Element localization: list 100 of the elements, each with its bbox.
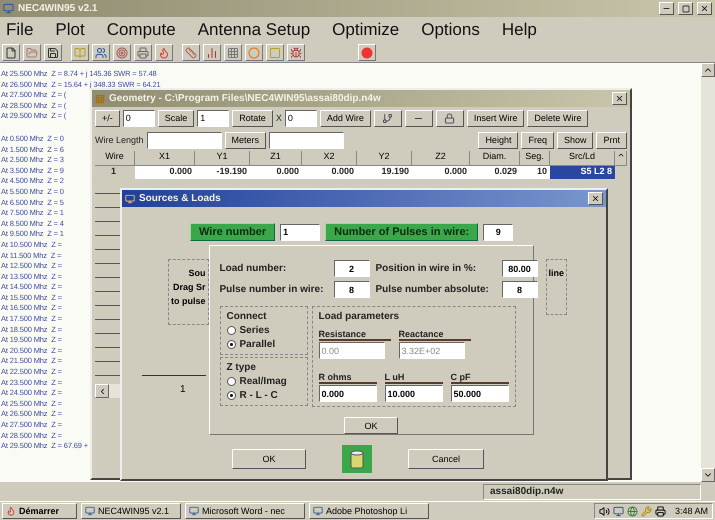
- close-button[interactable]: [697, 2, 712, 15]
- input-field[interactable]: 50.000: [450, 385, 509, 402]
- input-field[interactable]: 80.00: [502, 260, 538, 277]
- taskbar-button[interactable]: NEC4WIN95 v2.1: [81, 503, 181, 519]
- table-cell[interactable]: 0.000: [412, 166, 470, 180]
- new-file-icon: [5, 46, 17, 58]
- toolbar-button[interactable]: Delete Wire: [527, 110, 588, 126]
- taskbar-button[interactable]: Microsoft Word - nec: [185, 503, 305, 519]
- toolbar-button[interactable]: [436, 110, 464, 126]
- menu-item[interactable]: Plot: [55, 20, 85, 40]
- input-field[interactable]: 2: [334, 260, 370, 277]
- input-field[interactable]: 0: [122, 110, 155, 126]
- radio-button[interactable]: [226, 377, 236, 386]
- column-header: X2: [302, 151, 357, 166]
- maximize-button[interactable]: [678, 2, 693, 15]
- close-button[interactable]: [612, 92, 627, 105]
- column-header: X1: [135, 151, 195, 166]
- radio-option[interactable]: Parallel: [226, 339, 301, 350]
- bin-icon: [350, 449, 364, 469]
- toolbar-button[interactable]: Rotate: [232, 110, 273, 126]
- app-icon: [125, 194, 135, 204]
- input-field[interactable]: 10.000: [384, 385, 443, 402]
- toolbar-button[interactable]: [374, 110, 402, 126]
- circle-icon: [248, 46, 260, 58]
- group-title: Z type: [226, 362, 257, 373]
- app-icon: [313, 506, 323, 516]
- printer-icon: [137, 46, 149, 58]
- column-header: Y2: [357, 151, 412, 166]
- group-title: Load parameters: [318, 311, 400, 322]
- radio-button[interactable]: [226, 391, 236, 400]
- start-button[interactable]: Démarrer: [2, 503, 77, 519]
- globe-icon[interactable]: [626, 506, 638, 516]
- radio-option[interactable]: R - L - C: [226, 390, 301, 401]
- clock: 3:48 AM: [674, 506, 708, 516]
- input-field[interactable]: 8: [334, 281, 370, 298]
- cancel-button[interactable]: Cancel: [408, 449, 484, 469]
- window-title: Geometry - C:\Program Files\NEC4WIN95\assai80dip.n4w: [109, 93, 381, 104]
- menu-item[interactable]: Antenna Setup: [198, 20, 310, 40]
- radio-button[interactable]: [226, 340, 236, 349]
- table-cell[interactable]: S5 L2 8: [550, 166, 615, 180]
- toolbar-button[interactable]: [134, 44, 152, 61]
- toolbar-button[interactable]: Freq: [521, 132, 554, 148]
- table-cell[interactable]: 0.000: [250, 166, 302, 180]
- input-field[interactable]: 1: [197, 110, 230, 126]
- app-icon: [85, 506, 95, 516]
- table-cell[interactable]: -19.190: [195, 166, 250, 180]
- menu-item[interactable]: Help: [502, 20, 537, 40]
- radio-option[interactable]: Real/Imag: [226, 376, 301, 387]
- scroll-left-button[interactable]: [95, 384, 109, 398]
- toolbar-button[interactable]: [404, 110, 433, 126]
- toolbar-button[interactable]: [92, 44, 110, 61]
- toolbar-button[interactable]: Meters: [224, 132, 266, 148]
- toolbar-button[interactable]: Insert Wire: [466, 110, 524, 126]
- column-header: Z2: [412, 151, 470, 166]
- taskbar-button[interactable]: Adobe Photoshop Li: [309, 503, 429, 519]
- ok-button[interactable]: OK: [344, 417, 398, 434]
- stop-icon: [361, 46, 373, 58]
- minimize-button[interactable]: [659, 2, 674, 15]
- toolbar-button[interactable]: [287, 44, 305, 61]
- menu-item[interactable]: Optimize: [332, 20, 400, 40]
- toolbar-button[interactable]: Show: [556, 132, 594, 148]
- input-field[interactable]: 8: [502, 281, 538, 298]
- monitor-icon[interactable]: [612, 506, 624, 516]
- table-cell[interactable]: 10: [520, 166, 550, 180]
- table-cell[interactable]: 0.000: [135, 166, 195, 180]
- radio-option[interactable]: Series: [226, 325, 301, 336]
- scroll-down-button[interactable]: [701, 468, 715, 482]
- speaker-icon[interactable]: [598, 506, 610, 516]
- menu-item[interactable]: File: [6, 20, 34, 40]
- close-button[interactable]: [588, 192, 603, 205]
- status-panel: assai80dip.n4w: [483, 484, 701, 500]
- input-field[interactable]: 9: [483, 224, 514, 240]
- input-field[interactable]: [146, 132, 222, 148]
- table-cell[interactable]: 0.000: [302, 166, 357, 180]
- input-field[interactable]: 0.00: [318, 342, 385, 359]
- menu-item[interactable]: Options: [421, 20, 480, 40]
- table-cell[interactable]: 0.029: [470, 166, 520, 180]
- scrollbar[interactable]: [701, 63, 715, 482]
- input-field[interactable]: 1: [280, 224, 320, 240]
- toolbar-button[interactable]: Scale: [158, 110, 194, 126]
- toolbar-button[interactable]: Height: [478, 132, 518, 148]
- toolbar-button[interactable]: +/-: [95, 110, 120, 126]
- bin-button[interactable]: [342, 445, 372, 473]
- toolbar-button[interactable]: [2, 44, 20, 61]
- column-header: Diam.: [470, 151, 520, 166]
- input-field[interactable]: 3.32E+02: [398, 342, 465, 359]
- table-cell[interactable]: 1: [95, 166, 135, 180]
- toolbar-button[interactable]: Prnt: [596, 132, 627, 148]
- printer-icon[interactable]: [654, 506, 666, 516]
- toolbar-button[interactable]: [44, 44, 62, 61]
- menu-item[interactable]: Compute: [106, 20, 176, 40]
- ok-button[interactable]: OK: [232, 449, 306, 469]
- maximize-icon: [682, 4, 690, 12]
- toolbar-button[interactable]: [203, 44, 221, 61]
- radio-button[interactable]: [226, 326, 236, 335]
- input-field[interactable]: 0: [284, 110, 317, 126]
- table-cell[interactable]: 19.190: [357, 166, 412, 180]
- input-field[interactable]: 0.000: [318, 385, 377, 402]
- input-field[interactable]: [269, 132, 344, 148]
- toolbar-button[interactable]: Add Wire: [320, 110, 371, 126]
